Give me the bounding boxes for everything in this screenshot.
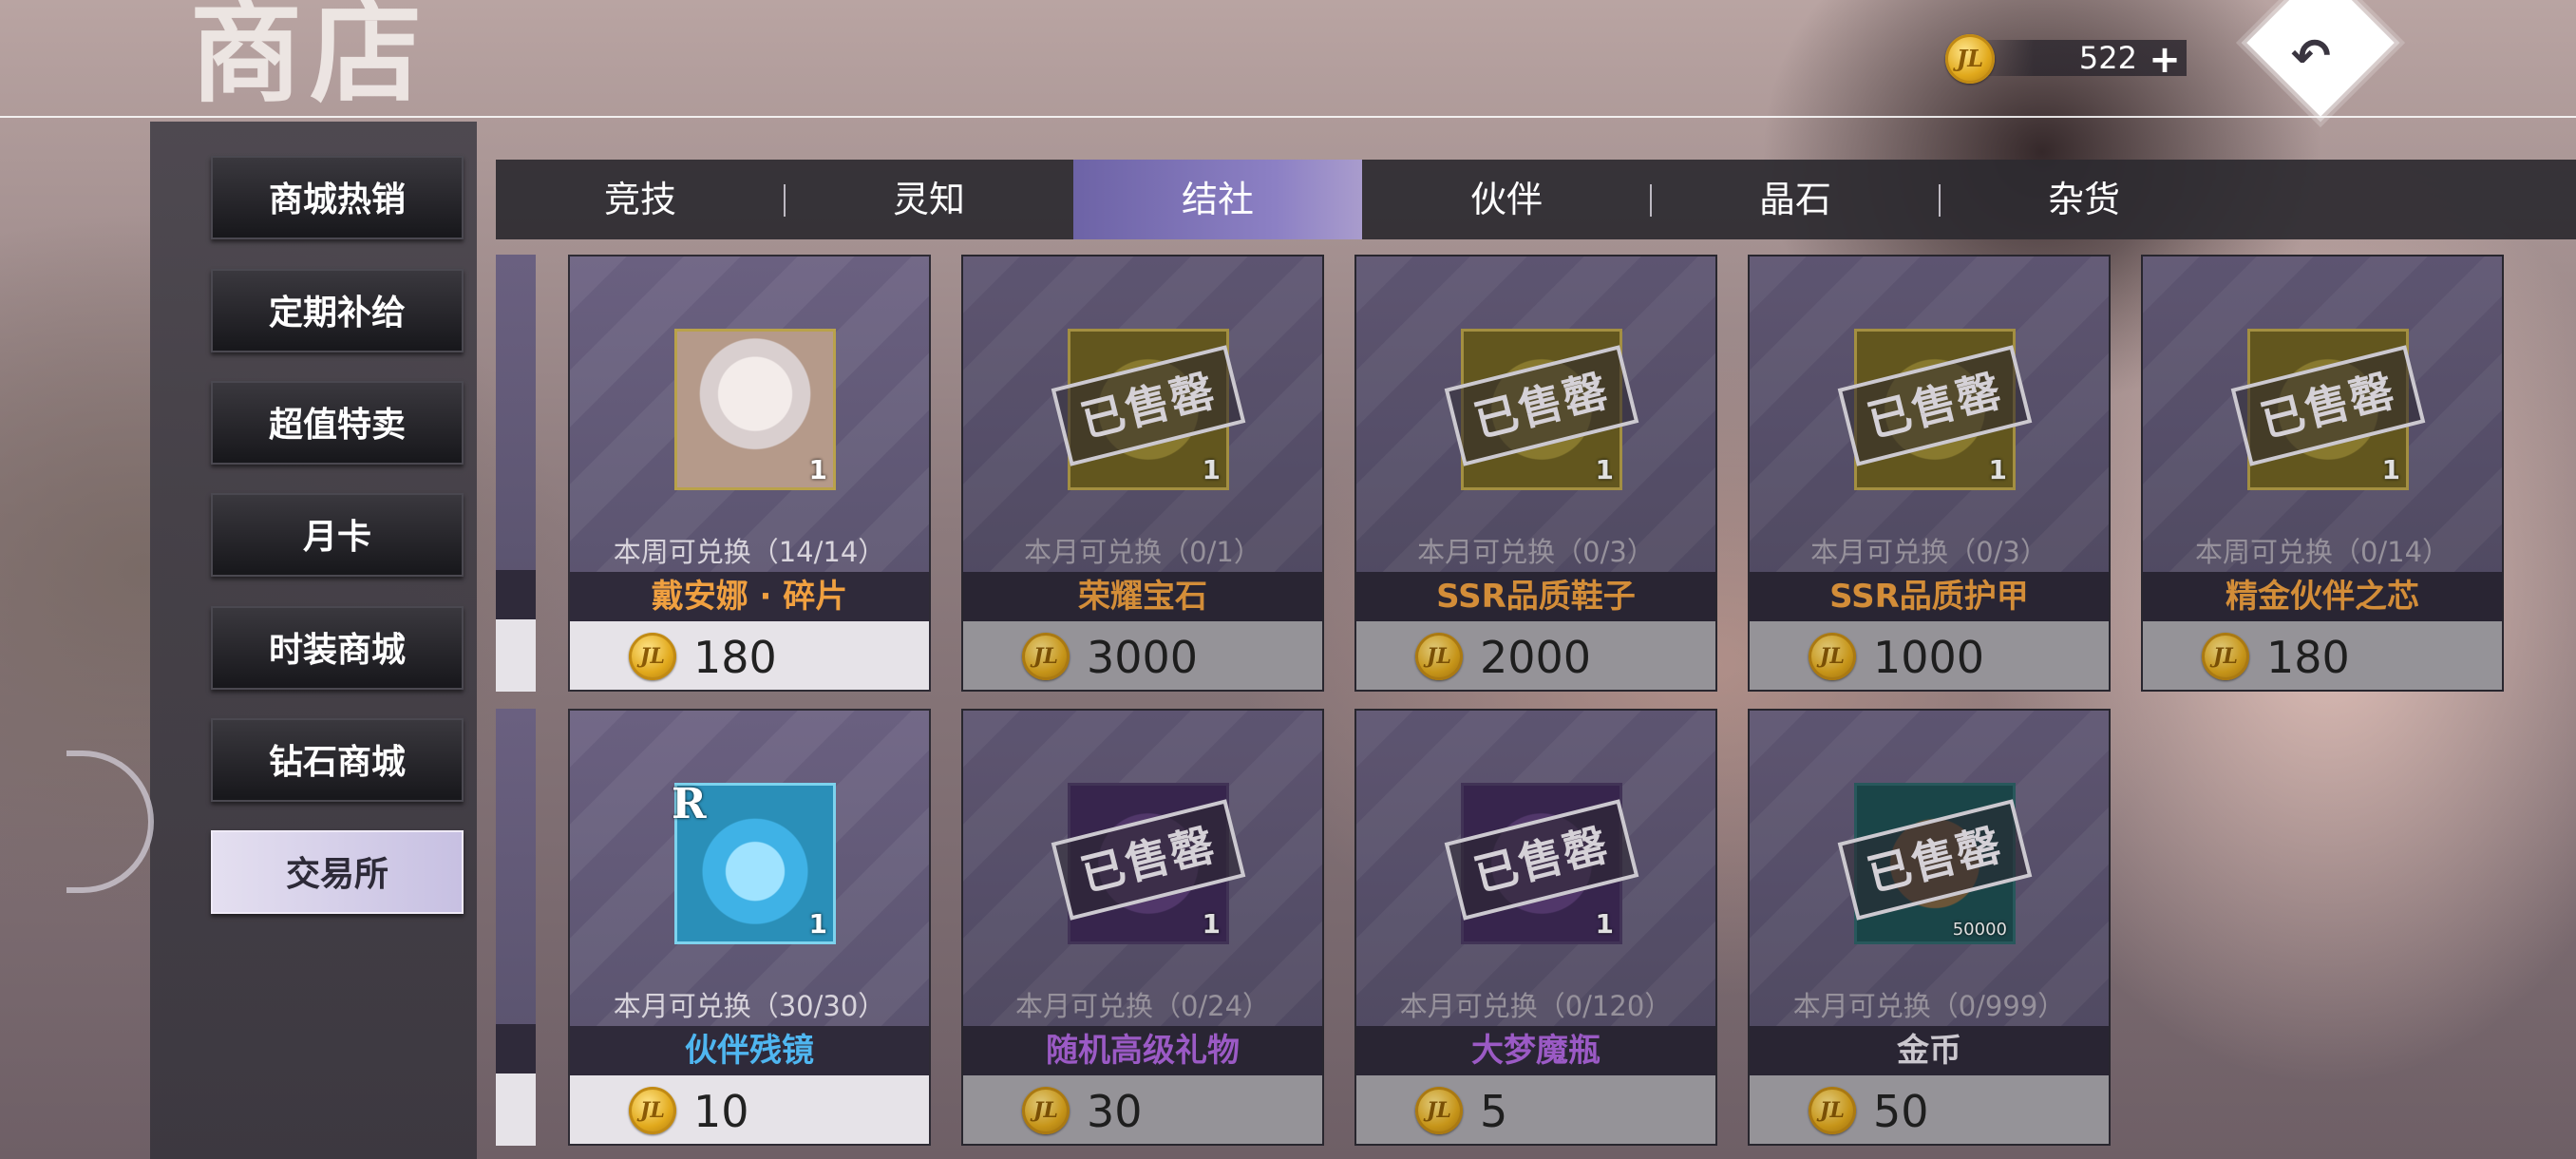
shop-item-card[interactable]: 1 已售罄 本月可兑换（0/120） 大梦魔瓶 JL 5 bbox=[1354, 709, 1717, 1146]
shop-item-card[interactable]: 1 已售罄 本月可兑换（0/3） SSR品质鞋子 JL 2000 bbox=[1354, 255, 1717, 692]
partial-card-left bbox=[496, 255, 536, 692]
exchange-limit: 本月可兑换（0/3） bbox=[1810, 536, 2048, 568]
back-arrow-icon: ↶ bbox=[2291, 28, 2331, 84]
tab-separator bbox=[1939, 184, 1941, 217]
tab[interactable]: 竞技 bbox=[496, 160, 785, 239]
item-name: 精金伙伴之芯 bbox=[2143, 572, 2502, 621]
price-bar: JL 2000 bbox=[1356, 621, 1715, 690]
coin-icon: JL bbox=[629, 1087, 676, 1134]
coin-icon: JL bbox=[1415, 633, 1463, 680]
coin-icon: JL bbox=[1809, 1087, 1856, 1134]
coin-icon: JL bbox=[1415, 1087, 1463, 1134]
coin-icon: JL bbox=[2202, 633, 2249, 680]
item-name: SSR品质鞋子 bbox=[1356, 572, 1715, 621]
item-price: 50 bbox=[1873, 1086, 1929, 1137]
item-name: 伙伴残镜 bbox=[570, 1026, 929, 1075]
shop-item-card[interactable]: 1 已售罄 本月可兑换（0/24） 随机高级礼物 JL 30 bbox=[961, 709, 1324, 1146]
price-bar: JL 30 bbox=[963, 1075, 1322, 1144]
exchange-limit: 本月可兑换（30/30） bbox=[613, 990, 886, 1022]
price-bar: JL 180 bbox=[2143, 621, 2502, 690]
item-price: 180 bbox=[2266, 632, 2350, 683]
price-bar: JL 180 bbox=[570, 621, 929, 690]
exchange-limit: 本月可兑换（0/1） bbox=[1024, 536, 1261, 568]
exchange-limit: 本月可兑换（0/999） bbox=[1792, 990, 2066, 1022]
item-quantity: 1 bbox=[1988, 454, 2007, 485]
header-divider bbox=[0, 116, 2576, 118]
item-quantity: 1 bbox=[808, 908, 827, 940]
item-name: 大梦魔瓶 bbox=[1356, 1026, 1715, 1075]
price-bar: JL 5 bbox=[1356, 1075, 1715, 1144]
tab-separator bbox=[1650, 184, 1652, 217]
price-bar: JL 50 bbox=[1750, 1075, 2109, 1144]
sidebar-item[interactable]: 月卡 bbox=[211, 493, 464, 577]
item-name: 戴安娜 · 碎片 bbox=[570, 572, 929, 621]
item-name: SSR品质护甲 bbox=[1750, 572, 2109, 621]
item-price: 180 bbox=[693, 632, 777, 683]
rarity-badge: R bbox=[672, 780, 707, 828]
item-name: 荣耀宝石 bbox=[963, 572, 1322, 621]
shop-item-card[interactable]: 50000 已售罄 本月可兑换（0/999） 金币 JL 50 bbox=[1748, 709, 2111, 1146]
sidebar-item[interactable]: 钻石商城 bbox=[211, 718, 464, 802]
shop-item-card[interactable]: 1 已售罄 本月可兑换（0/1） 荣耀宝石 JL 3000 bbox=[961, 255, 1324, 692]
coin-icon: JL bbox=[1809, 633, 1856, 680]
coin-icon: JL bbox=[1945, 34, 1995, 84]
price-bar: JL 1000 bbox=[1750, 621, 2109, 690]
exchange-limit: 本周可兑换（0/14） bbox=[2194, 536, 2451, 568]
category-tabs: 竞技 灵知 结社 伙伴 晶石 杂货 bbox=[496, 160, 2576, 239]
price-bar: JL 10 bbox=[570, 1075, 929, 1144]
item-quantity: 1 bbox=[1202, 908, 1221, 940]
item-price: 30 bbox=[1087, 1086, 1143, 1137]
tab[interactable]: 结社 bbox=[1073, 160, 1362, 239]
item-quantity: 1 bbox=[1595, 908, 1614, 940]
item-price: 2000 bbox=[1480, 632, 1592, 683]
tab[interactable]: 杂货 bbox=[1940, 160, 2228, 239]
shop-item-card[interactable]: 1 已售罄 本周可兑换（0/14） 精金伙伴之芯 JL 180 bbox=[2141, 255, 2504, 692]
sidebar-item[interactable]: 定期补给 bbox=[211, 269, 464, 352]
item-quantity: 50000 bbox=[1952, 920, 2007, 940]
item-price: 5 bbox=[1480, 1086, 1508, 1137]
coin-icon: JL bbox=[1022, 633, 1070, 680]
coin-icon: JL bbox=[629, 633, 676, 680]
shop-item-card[interactable]: R 1 本月可兑换（30/30） 伙伴残镜 JL 10 bbox=[568, 709, 931, 1146]
page-title: 商店 bbox=[190, 0, 430, 118]
item-price: 3000 bbox=[1087, 632, 1199, 683]
sidebar-item[interactable]: 时装商城 bbox=[211, 606, 464, 690]
add-currency-button[interactable]: + bbox=[2143, 38, 2187, 82]
item-price: 10 bbox=[693, 1086, 749, 1137]
item-icon: R1 bbox=[672, 780, 836, 944]
tab[interactable]: 晶石 bbox=[1651, 160, 1940, 239]
currency-amount: 522 bbox=[2078, 40, 2137, 76]
shop-item-card[interactable]: 1 本周可兑换（14/14） 戴安娜 · 碎片 JL 180 bbox=[568, 255, 931, 692]
partial-card-left bbox=[496, 709, 536, 1146]
exchange-limit: 本月可兑换（0/3） bbox=[1417, 536, 1655, 568]
sidebar-item[interactable]: 超值特卖 bbox=[211, 381, 464, 465]
item-name: 随机高级礼物 bbox=[963, 1026, 1322, 1075]
back-button[interactable]: ↶ bbox=[2240, 0, 2395, 142]
exchange-limit: 本周可兑换（14/14） bbox=[613, 536, 886, 568]
exchange-limit: 本月可兑换（0/24） bbox=[1014, 990, 1271, 1022]
price-bar: JL 3000 bbox=[963, 621, 1322, 690]
item-quantity: 1 bbox=[2381, 454, 2400, 485]
tab[interactable]: 灵知 bbox=[785, 160, 1073, 239]
item-name: 金币 bbox=[1750, 1026, 2109, 1075]
coin-icon: JL bbox=[1022, 1087, 1070, 1134]
shop-item-card[interactable]: 1 已售罄 本月可兑换（0/3） SSR品质护甲 JL 1000 bbox=[1748, 255, 2111, 692]
item-quantity: 1 bbox=[1202, 454, 1221, 485]
item-price: 1000 bbox=[1873, 632, 1985, 683]
tab-separator bbox=[784, 184, 786, 217]
sidebar-item[interactable]: 商城热销 bbox=[211, 156, 464, 239]
item-icon: 1 bbox=[674, 329, 836, 490]
item-quantity: 1 bbox=[1595, 454, 1614, 485]
tab[interactable]: 伙伴 bbox=[1362, 160, 1651, 239]
exchange-limit: 本月可兑换（0/120） bbox=[1399, 990, 1673, 1022]
sidebar-item[interactable]: 交易所 bbox=[211, 830, 464, 914]
item-quantity: 1 bbox=[808, 454, 827, 485]
